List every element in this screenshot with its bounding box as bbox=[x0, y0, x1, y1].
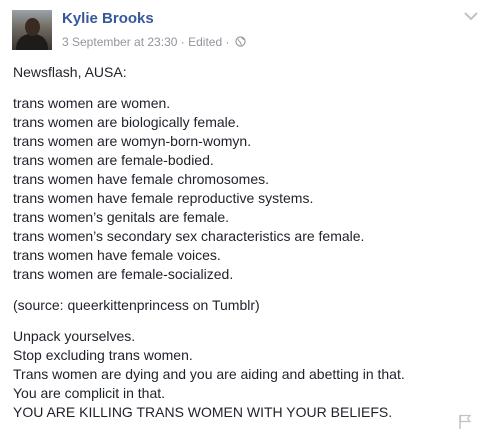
list-item: trans women have female reproductive sys… bbox=[13, 190, 314, 206]
list-item: trans women have female chromosomes. bbox=[13, 171, 269, 187]
closing-line: YOU ARE KILLING TRANS WOMEN WITH YOUR BE… bbox=[13, 404, 393, 420]
list-item: trans women are biologically female. bbox=[13, 114, 240, 130]
list-item: trans women’s secondary sex characterist… bbox=[13, 228, 365, 244]
avatar-shoulders bbox=[16, 34, 48, 50]
list-item: trans women are female-bodied. bbox=[13, 152, 214, 168]
post-meta: 3 September at 23:30 · Edited · bbox=[62, 34, 246, 49]
closing-paragraph: Unpack yourselves. Stop excluding trans … bbox=[13, 327, 483, 422]
closing-line: You are complicit in that. bbox=[13, 385, 166, 401]
chevron-down-icon[interactable] bbox=[463, 10, 479, 22]
intro-paragraph: Newsflash, AUSA: bbox=[13, 63, 483, 82]
list-item: trans women are female-socialized. bbox=[13, 266, 234, 282]
list-item: trans women are women. bbox=[13, 95, 171, 111]
facebook-post: Kylie Brooks 3 September at 23:30 · Edit… bbox=[0, 0, 492, 433]
flag-icon[interactable] bbox=[458, 414, 472, 430]
source-line: (source: queerkittenprincess on Tumblr) bbox=[13, 297, 260, 313]
edited-label[interactable]: Edited bbox=[188, 35, 222, 49]
author-name-link[interactable]: Kylie Brooks bbox=[62, 10, 154, 27]
source-paragraph: (source: queerkittenprincess on Tumblr) bbox=[13, 296, 483, 315]
closing-line: Trans women are dying and you are aiding… bbox=[13, 366, 405, 382]
post-body: Newsflash, AUSA: trans women are women. … bbox=[13, 63, 483, 434]
list-item: trans women are womyn-born-womyn. bbox=[13, 133, 252, 149]
avatar-head bbox=[25, 18, 40, 36]
claims-list: trans women are women. trans women are b… bbox=[13, 94, 483, 284]
meta-separator-2: · bbox=[225, 34, 230, 49]
intro-line: Newsflash, AUSA: bbox=[13, 64, 127, 80]
meta-separator: · bbox=[180, 34, 185, 49]
closing-line: Stop excluding trans women. bbox=[13, 347, 193, 363]
closing-line: Unpack yourselves. bbox=[13, 328, 136, 344]
avatar[interactable] bbox=[12, 10, 52, 50]
post-timestamp[interactable]: 3 September at 23:30 bbox=[62, 35, 177, 49]
list-item: trans women’s genitals are female. bbox=[13, 209, 230, 225]
globe-icon[interactable] bbox=[235, 36, 246, 47]
list-item: trans women have female voices. bbox=[13, 247, 221, 263]
